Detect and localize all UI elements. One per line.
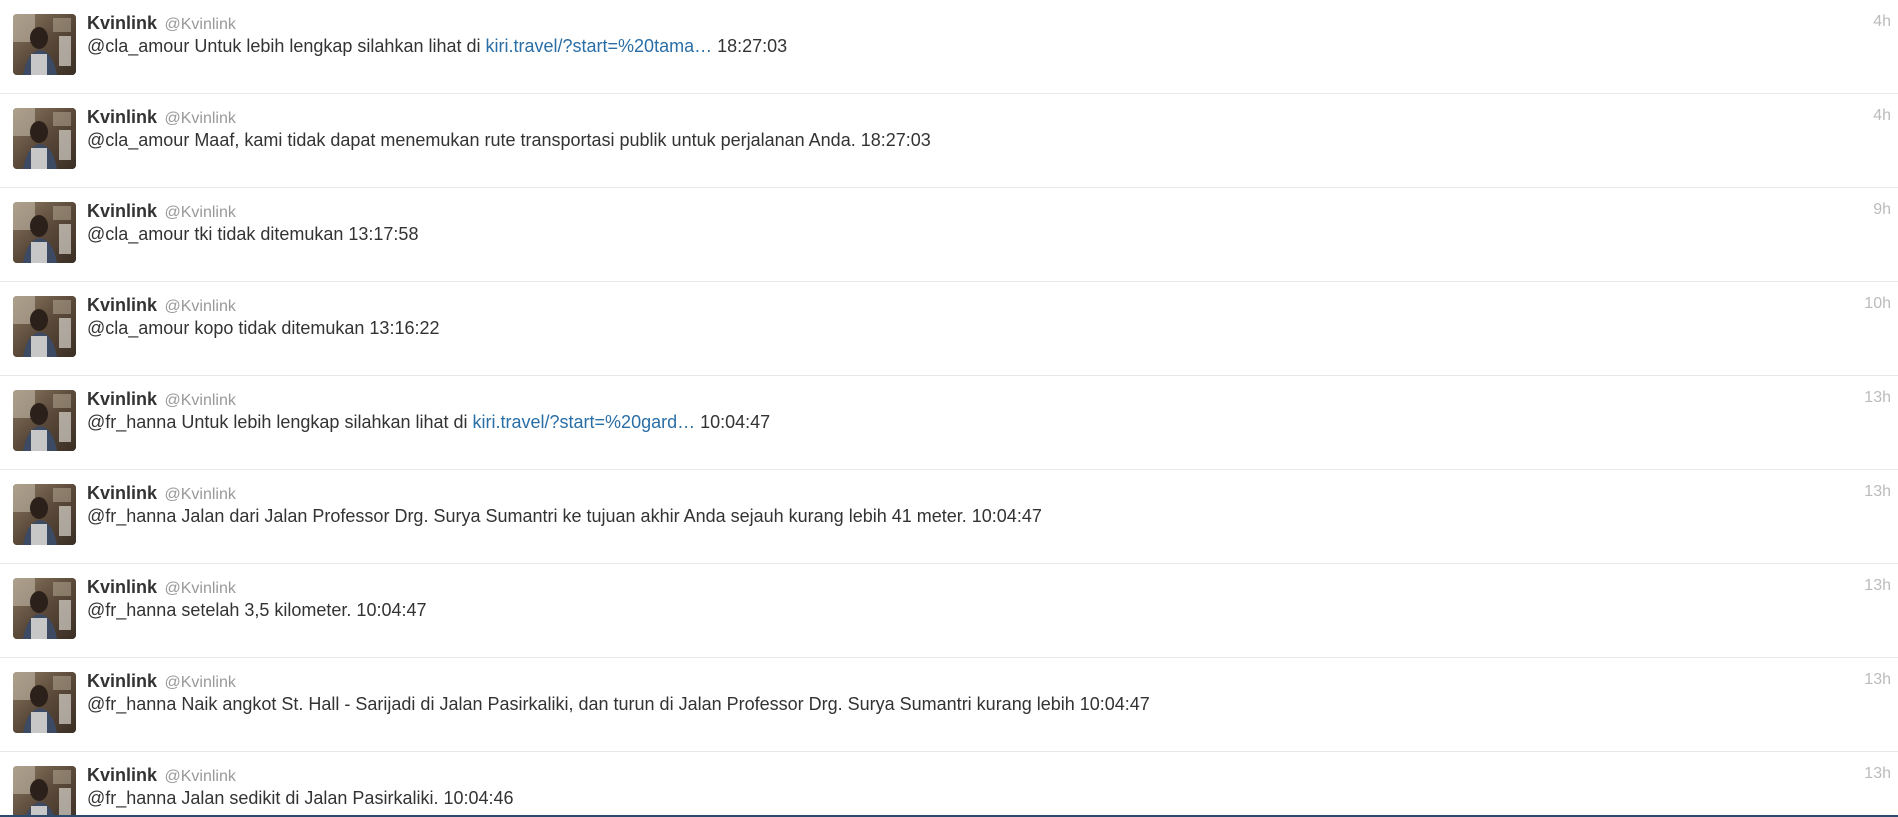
tweet-link[interactable]: kiri.travel/?start=%20tama… [486,36,713,56]
tweet-item[interactable]: Kvinlink @Kvinlink @fr_hanna Jalan sedik… [0,752,1898,815]
author-handle[interactable]: @Kvinlink [164,768,235,785]
tweet-header: Kvinlink @Kvinlink [87,670,236,694]
avatar[interactable] [13,108,76,169]
tweet-timestamp[interactable]: 13h [1864,577,1891,595]
avatar[interactable] [13,766,76,815]
tweet-timestamp[interactable]: 13h [1864,765,1891,783]
tweet-text: @cla_amour kopo tidak ditemukan 13:16:22 [87,316,440,340]
tweet-text: @fr_hanna Jalan dari Jalan Professor Drg… [87,504,1042,528]
tweet-item[interactable]: Kvinlink @Kvinlink @cla_amour kopo tidak… [0,282,1898,376]
tweet-text-before: @fr_hanna Jalan sedikit di Jalan Pasirka… [87,788,514,808]
tweet-text: @fr_hanna Jalan sedikit di Jalan Pasirka… [87,786,514,810]
tweet-text-after: 10:04:47 [695,412,771,432]
author-handle[interactable]: @Kvinlink [164,110,235,127]
tweet-item[interactable]: Kvinlink @Kvinlink @fr_hanna Untuk lebih… [0,376,1898,470]
tweet-item[interactable]: Kvinlink @Kvinlink @fr_hanna Naik angkot… [0,658,1898,752]
tweet-header: Kvinlink @Kvinlink [87,294,236,318]
avatar[interactable] [13,296,76,357]
author-handle[interactable]: @Kvinlink [164,204,235,221]
avatar[interactable] [13,14,76,75]
tweet-item[interactable]: Kvinlink @Kvinlink @cla_amour tki tidak … [0,188,1898,282]
tweet-text: @fr_hanna Untuk lebih lengkap silahkan l… [87,410,770,434]
tweet-text-before: @fr_hanna Naik angkot St. Hall - Sarijad… [87,694,1150,714]
tweet-header: Kvinlink @Kvinlink [87,200,236,224]
tweet-timestamp[interactable]: 13h [1864,389,1891,407]
tweet-timestamp[interactable]: 4h [1873,107,1891,125]
author-handle[interactable]: @Kvinlink [164,298,235,315]
tweet-text-before: @cla_amour Maaf, kami tidak dapat menemu… [87,130,931,150]
tweet-timestamp[interactable]: 4h [1873,13,1891,31]
tweet-text-before: @cla_amour tki tidak ditemukan 13:17:58 [87,224,419,244]
author-name[interactable]: Kvinlink [87,201,157,221]
tweet-item[interactable]: Kvinlink @Kvinlink @cla_amour Untuk lebi… [0,0,1898,94]
author-name[interactable]: Kvinlink [87,13,157,33]
author-handle[interactable]: @Kvinlink [164,16,235,33]
author-handle[interactable]: @Kvinlink [164,486,235,503]
avatar[interactable] [13,202,76,263]
author-name[interactable]: Kvinlink [87,483,157,503]
tweet-text-after: 18:27:03 [712,36,788,56]
author-handle[interactable]: @Kvinlink [164,580,235,597]
tweet-link[interactable]: kiri.travel/?start=%20gard… [473,412,696,432]
tweet-text-before: @cla_amour kopo tidak ditemukan 13:16:22 [87,318,440,338]
tweet-text: @cla_amour Untuk lebih lengkap silahkan … [87,34,787,58]
tweet-text: @cla_amour tki tidak ditemukan 13:17:58 [87,222,418,246]
tweet-header: Kvinlink @Kvinlink [87,764,236,788]
tweet-header: Kvinlink @Kvinlink [87,12,236,36]
tweet-text: @cla_amour Maaf, kami tidak dapat menemu… [87,128,931,152]
tweet-timestamp[interactable]: 13h [1864,671,1891,689]
author-name[interactable]: Kvinlink [87,107,157,127]
tweet-text: @fr_hanna Naik angkot St. Hall - Sarijad… [87,692,1150,716]
author-name[interactable]: Kvinlink [87,295,157,315]
tweet-timestamp[interactable]: 9h [1873,201,1891,219]
author-name[interactable]: Kvinlink [87,765,157,785]
tweet-header: Kvinlink @Kvinlink [87,388,236,412]
avatar[interactable] [13,390,76,451]
author-name[interactable]: Kvinlink [87,389,157,409]
tweet-header: Kvinlink @Kvinlink [87,482,236,506]
author-name[interactable]: Kvinlink [87,671,157,691]
tweet-timestamp[interactable]: 10h [1864,295,1891,313]
tweet-item[interactable]: Kvinlink @Kvinlink @cla_amour Maaf, kami… [0,94,1898,188]
tweet-header: Kvinlink @Kvinlink [87,576,236,600]
tweet-text: @fr_hanna setelah 3,5 kilometer. 10:04:4… [87,598,427,622]
tweet-text-before: @fr_hanna Untuk lebih lengkap silahkan l… [87,412,473,432]
author-handle[interactable]: @Kvinlink [164,392,235,409]
author-handle[interactable]: @Kvinlink [164,674,235,691]
tweet-timeline[interactable]: Kvinlink @Kvinlink @cla_amour Untuk lebi… [0,0,1898,815]
author-name[interactable]: Kvinlink [87,577,157,597]
tweet-timestamp[interactable]: 13h [1864,483,1891,501]
tweet-text-before: @fr_hanna setelah 3,5 kilometer. 10:04:4… [87,600,427,620]
tweet-text-before: @cla_amour Untuk lebih lengkap silahkan … [87,36,486,56]
avatar[interactable] [13,484,76,545]
tweet-text-before: @fr_hanna Jalan dari Jalan Professor Drg… [87,506,1042,526]
avatar[interactable] [13,578,76,639]
tweet-item[interactable]: Kvinlink @Kvinlink @fr_hanna setelah 3,5… [0,564,1898,658]
tweet-header: Kvinlink @Kvinlink [87,106,236,130]
avatar[interactable] [13,672,76,733]
tweet-item[interactable]: Kvinlink @Kvinlink @fr_hanna Jalan dari … [0,470,1898,564]
